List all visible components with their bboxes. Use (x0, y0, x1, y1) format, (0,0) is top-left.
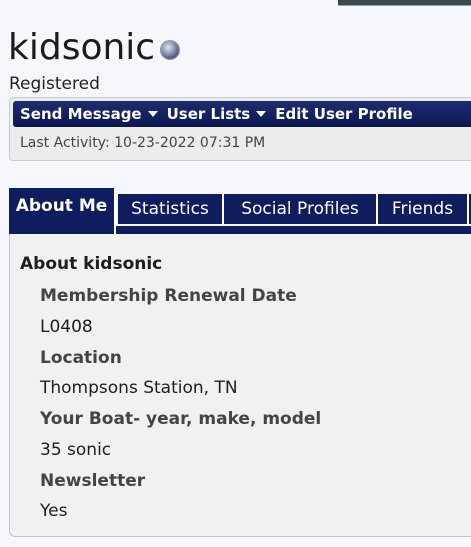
send-message-label: Send Message (20, 105, 142, 123)
header-banner-image (338, 0, 471, 6)
profile-actions-box: Send Message User Lists Edit User Profil… (9, 97, 471, 161)
offline-status-icon (161, 41, 179, 59)
edit-profile-label: Edit User Profile (275, 105, 413, 123)
tab-social-profiles[interactable]: Social Profiles (224, 194, 378, 224)
membership-renewal-label: Membership Renewal Date (40, 286, 297, 306)
user-title: Registered (9, 74, 100, 94)
boat-value: 35 sonic (40, 440, 112, 460)
tab-friends[interactable]: Friends (378, 194, 469, 224)
newsletter-value: Yes (40, 501, 68, 521)
user-lists-menu[interactable]: User Lists (167, 105, 269, 123)
profile-username: kidsonic (8, 27, 156, 68)
last-activity: Last Activity: 10-23-2022 07:31 PM (20, 135, 265, 151)
location-label: Location (40, 348, 122, 368)
user-lists-label: User Lists (166, 105, 251, 123)
last-activity-label: Last Activity: (20, 135, 110, 151)
chevron-down-icon (147, 111, 158, 117)
about-me-panel: About kidsonic Membership Renewal Date L… (9, 234, 471, 537)
tab-statistics[interactable]: Statistics (118, 194, 224, 224)
about-section-title: About kidsonic (20, 254, 163, 274)
newsletter-label: Newsletter (40, 471, 146, 491)
send-message-menu[interactable]: Send Message (20, 105, 160, 123)
tab-about-me[interactable]: About Me (9, 188, 116, 234)
profile-action-bar: Send Message User Lists Edit User Profil… (13, 101, 471, 127)
profile-tabs: About Me Statistics Social Profiles Frie… (9, 188, 471, 236)
membership-renewal-value: L0408 (40, 317, 93, 337)
chevron-down-icon (256, 111, 267, 117)
boat-label: Your Boat- year, make, model (40, 409, 322, 429)
last-activity-value: 10-23-2022 07:31 PM (114, 135, 266, 151)
edit-profile-link[interactable]: Edit User Profile (275, 105, 413, 123)
location-value: Thompsons Station, TN (40, 378, 238, 398)
